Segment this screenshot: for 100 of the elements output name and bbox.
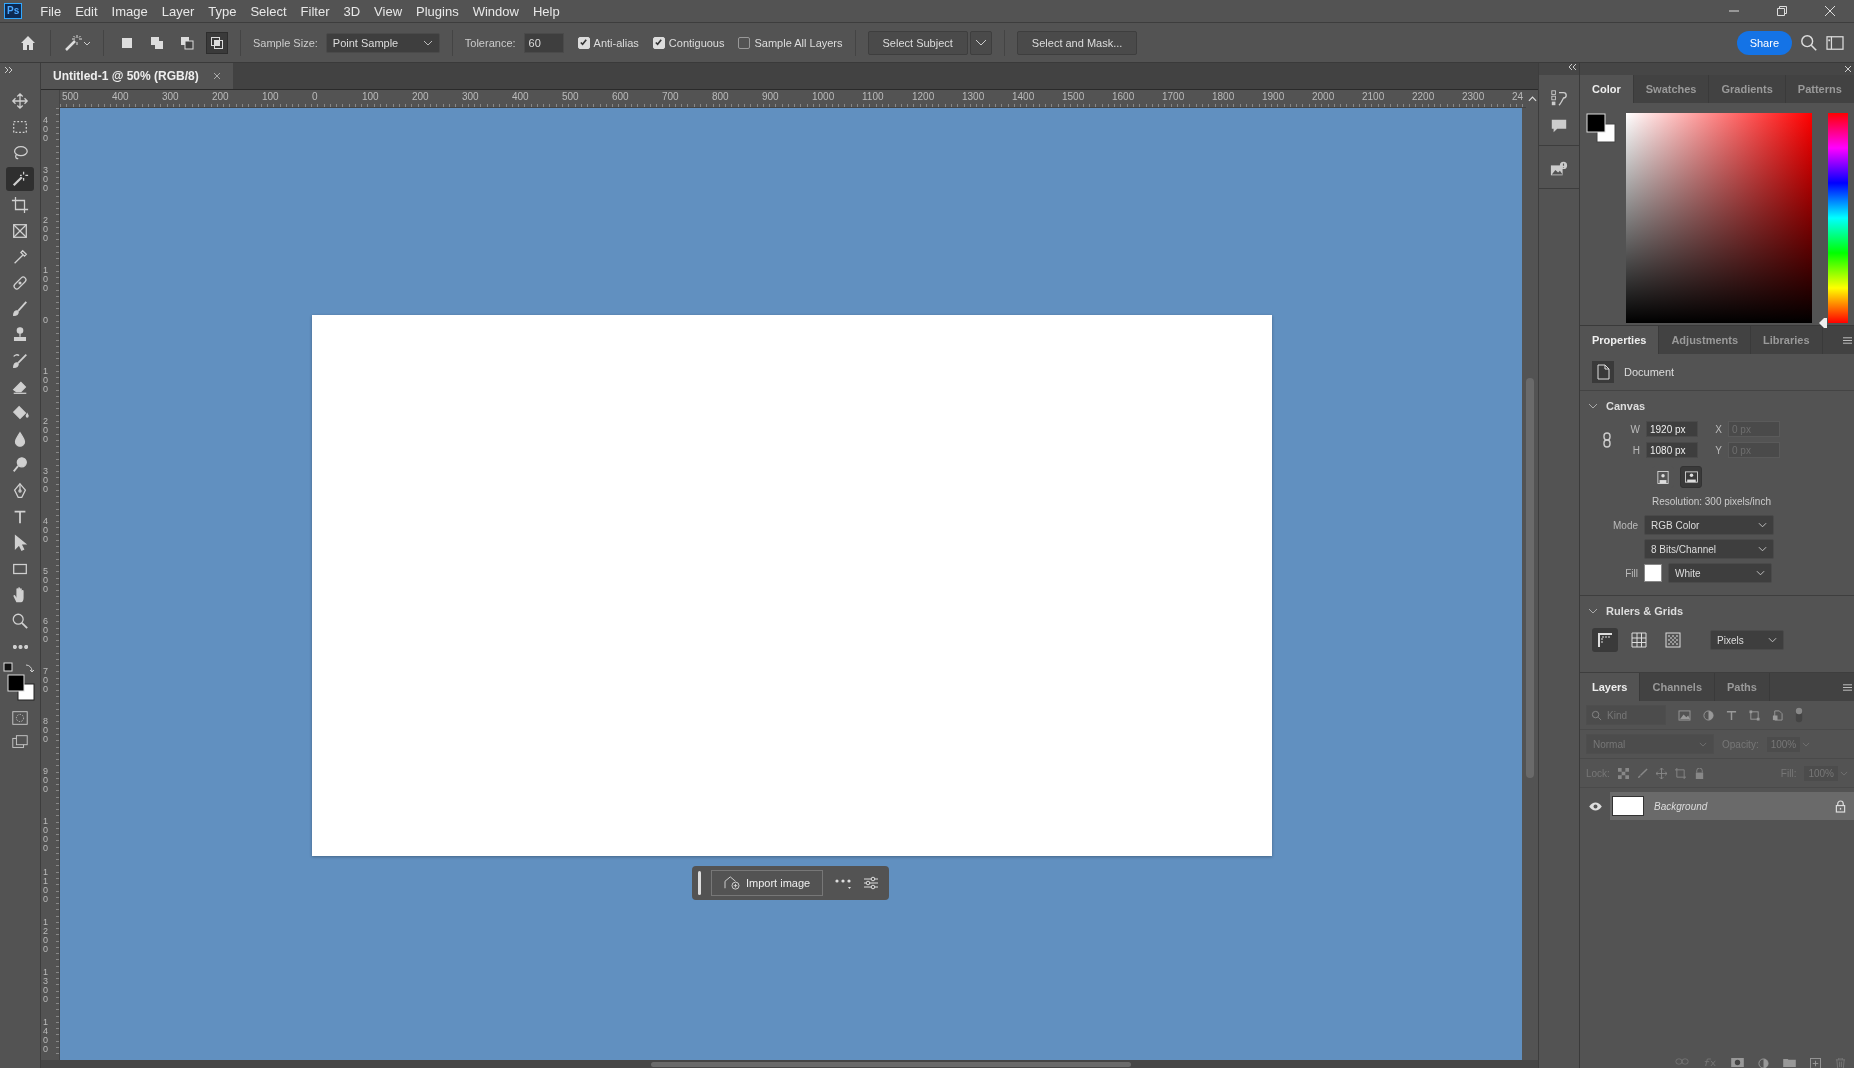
panel-tab[interactable]: Swatches bbox=[1633, 75, 1710, 103]
panel-menu-icon[interactable] bbox=[1843, 335, 1852, 345]
type-filter-icon[interactable] bbox=[1726, 709, 1737, 721]
canvas-area[interactable]: Import image bbox=[60, 108, 1522, 1060]
ruler-label: 1100 bbox=[862, 91, 884, 102]
select-and-mask-button[interactable]: Select and Mask... bbox=[1016, 30, 1138, 55]
close-icon[interactable] bbox=[212, 72, 221, 80]
portrait-icon bbox=[1657, 469, 1669, 485]
bit-depth-dropdown[interactable]: 8 Bits/Channel bbox=[1644, 539, 1774, 559]
tolerance-field[interactable]: 60 bbox=[523, 32, 564, 53]
menu-item[interactable]: 3D bbox=[337, 3, 367, 19]
menu-item[interactable]: Window bbox=[466, 3, 525, 19]
screen-mode-icon[interactable] bbox=[11, 733, 29, 751]
field-label: W bbox=[1629, 423, 1640, 435]
menu-item[interactable]: Filter bbox=[294, 3, 336, 19]
import-image-button[interactable]: Import image bbox=[711, 870, 824, 896]
restore-icon[interactable] bbox=[1776, 5, 1788, 17]
color-field[interactable] bbox=[1626, 113, 1812, 323]
fill-swatch[interactable] bbox=[1644, 564, 1662, 582]
zoom-icon bbox=[11, 612, 29, 630]
panel-tab[interactable]: Libraries bbox=[1751, 326, 1823, 354]
menu-item[interactable]: Image bbox=[105, 3, 154, 19]
layer-row[interactable]: Background bbox=[1610, 792, 1854, 820]
search-icon[interactable] bbox=[1800, 33, 1818, 52]
ruler-label: 100 bbox=[43, 366, 49, 394]
visibility-eye-icon[interactable] bbox=[1587, 801, 1603, 811]
menu-item[interactable]: Select bbox=[244, 3, 293, 19]
panel-tab[interactable]: Patterns bbox=[1785, 75, 1854, 103]
caret-icon bbox=[1758, 546, 1767, 552]
panel-tab[interactable]: Layers bbox=[1580, 673, 1641, 701]
ruler-label: 1600 bbox=[1112, 91, 1135, 102]
menu-item[interactable]: File bbox=[34, 3, 68, 19]
select-subject-button[interactable]: Select Subject bbox=[867, 30, 968, 55]
color-swatches-icon[interactable] bbox=[2, 662, 38, 702]
image-info-icon[interactable] bbox=[1550, 160, 1568, 178]
sample-size-dropdown[interactable]: Point Sample bbox=[325, 32, 440, 53]
width-field[interactable]: 1920 px bbox=[1646, 421, 1698, 437]
ruler-label: 300 bbox=[462, 91, 479, 102]
ruler-label: 100 bbox=[362, 91, 379, 102]
filter-toggle[interactable] bbox=[1795, 707, 1803, 723]
field-label: X bbox=[1714, 423, 1722, 435]
ruler-label: 2000 bbox=[1312, 91, 1335, 102]
landscape-button[interactable] bbox=[1680, 466, 1702, 488]
panel-tab[interactable]: Properties bbox=[1580, 326, 1660, 354]
check-icon bbox=[654, 38, 664, 47]
menu-item[interactable]: Edit bbox=[69, 3, 104, 19]
selection-mode-button[interactable] bbox=[206, 31, 228, 54]
panel-tab[interactable]: Paths bbox=[1715, 673, 1770, 701]
ruler-label: 1200 bbox=[912, 91, 935, 102]
caret-icon bbox=[422, 39, 433, 46]
menu-item[interactable]: Help bbox=[526, 3, 566, 19]
new-layer-icon[interactable] bbox=[1810, 1058, 1821, 1068]
quick-mask-icon[interactable] bbox=[11, 709, 29, 727]
mode-dropdown[interactable]: RGB Color bbox=[1644, 515, 1774, 535]
smart-object-filter-icon[interactable] bbox=[1772, 709, 1783, 721]
rulers-button[interactable] bbox=[1592, 628, 1618, 652]
ruler-label: 800 bbox=[712, 91, 729, 102]
adjustment-icon[interactable] bbox=[1758, 1058, 1769, 1068]
expand-icon[interactable] bbox=[4, 66, 14, 74]
history-icon[interactable] bbox=[1550, 89, 1568, 107]
panel-menu-icon[interactable] bbox=[1843, 682, 1852, 692]
scroll-up-icon[interactable] bbox=[1527, 96, 1537, 102]
document-tab[interactable]: Untitled-1 @ 50% (RGB/8) bbox=[41, 63, 233, 89]
settings-icon[interactable] bbox=[863, 875, 880, 891]
hue-slider-thumb[interactable] bbox=[1819, 318, 1827, 328]
close-panels-icon[interactable] bbox=[1844, 65, 1852, 73]
menu-item[interactable]: Type bbox=[202, 3, 243, 19]
share-button[interactable]: Share bbox=[1736, 30, 1792, 55]
fill-dropdown[interactable]: White bbox=[1668, 563, 1772, 583]
menu-item[interactable]: Layer bbox=[155, 3, 201, 19]
collapse-icon[interactable] bbox=[1567, 63, 1577, 71]
adjustment-filter-icon[interactable] bbox=[1703, 709, 1714, 721]
panel-tab[interactable]: Channels bbox=[1640, 673, 1715, 701]
units-dropdown[interactable]: Pixels bbox=[1710, 630, 1784, 650]
height-field[interactable]: 1080 px bbox=[1646, 442, 1698, 458]
image-filter-icon[interactable] bbox=[1678, 709, 1691, 721]
ruler-label: 1400 bbox=[1012, 91, 1035, 102]
app-logo[interactable]: Ps bbox=[4, 3, 23, 19]
checkbox[interactable] bbox=[738, 36, 751, 49]
tool-button[interactable] bbox=[6, 167, 34, 191]
foreground-background-swatch[interactable] bbox=[1586, 113, 1616, 143]
ruler-label: 1300 bbox=[962, 91, 985, 102]
field-label: Mode bbox=[1612, 519, 1638, 531]
magic-wand-icon[interactable] bbox=[63, 32, 91, 53]
folder-icon[interactable] bbox=[1783, 1058, 1796, 1067]
link-icon[interactable] bbox=[1602, 431, 1612, 448]
layer-name: Background bbox=[1654, 800, 1708, 812]
menu-item[interactable]: Plugins bbox=[410, 3, 465, 19]
panel-tab[interactable]: Color bbox=[1580, 75, 1634, 103]
shape-filter-icon[interactable] bbox=[1749, 709, 1760, 721]
frame-icon bbox=[11, 222, 29, 240]
panel-tab[interactable]: Adjustments bbox=[1659, 326, 1752, 354]
caret-icon bbox=[974, 38, 987, 47]
panel-tab[interactable]: Gradients bbox=[1709, 75, 1786, 103]
menu-item[interactable]: View bbox=[368, 3, 409, 19]
workspace-icon[interactable] bbox=[1826, 34, 1844, 51]
mask-icon[interactable] bbox=[1731, 1058, 1744, 1067]
chevron-icon[interactable] bbox=[1588, 403, 1598, 409]
scrollbar-thumb[interactable] bbox=[651, 1062, 1131, 1067]
chevron-icon[interactable] bbox=[1588, 608, 1598, 614]
